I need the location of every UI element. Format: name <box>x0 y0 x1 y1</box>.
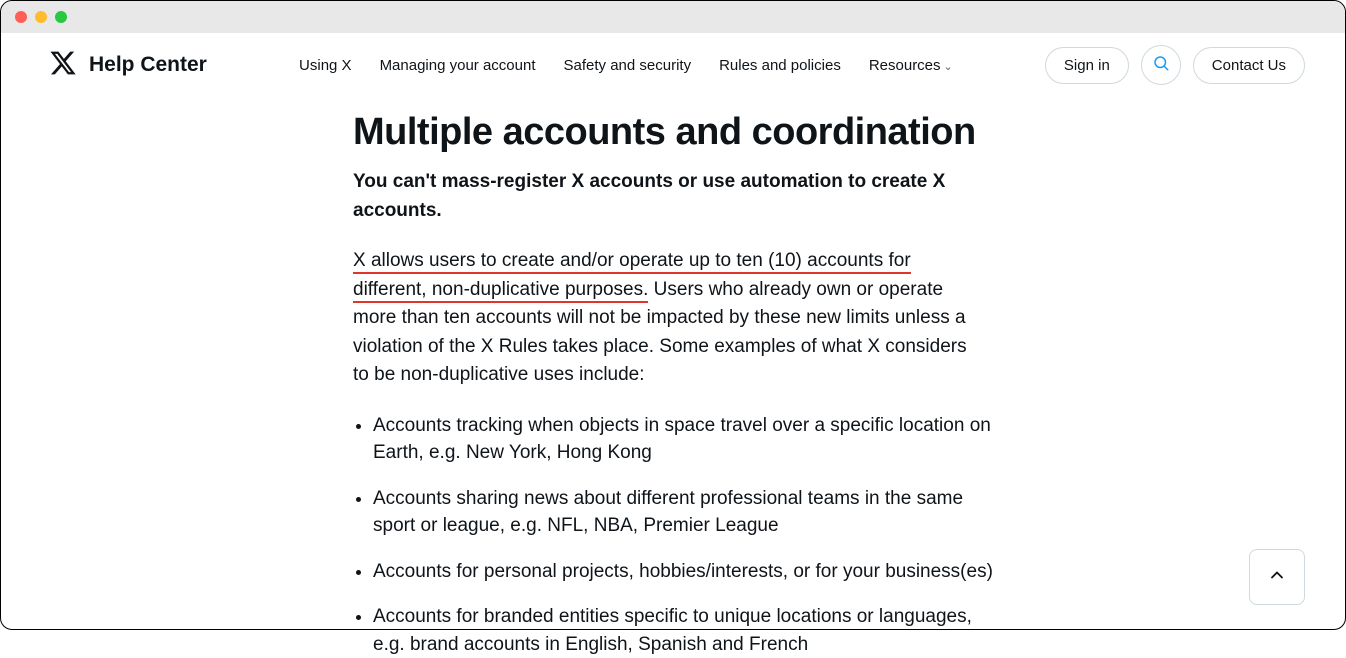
highlighted-text-line2: different, non-duplicative purposes. <box>353 279 648 303</box>
list-item: Accounts for personal projects, hobbies/… <box>373 558 993 586</box>
nav-safety-security[interactable]: Safety and security <box>564 57 692 74</box>
lead-paragraph: You can't mass-register X accounts or us… <box>353 168 973 225</box>
header-actions: Sign in Contact Us <box>1045 45 1305 85</box>
nav-resources[interactable]: Resources⌄ <box>869 57 953 74</box>
window-close-dot[interactable] <box>15 11 27 23</box>
page-title: Multiple accounts and coordination <box>353 111 1001 154</box>
window-titlebar <box>1 1 1345 33</box>
list-item: Accounts for branded entities specific t… <box>373 603 993 658</box>
nav-managing-account[interactable]: Managing your account <box>380 57 536 74</box>
search-button[interactable] <box>1141 45 1181 85</box>
main-content: Multiple accounts and coordination You c… <box>1 111 1001 658</box>
window-zoom-dot[interactable] <box>55 11 67 23</box>
nav-rules-policies[interactable]: Rules and policies <box>719 57 841 74</box>
nav-using-x[interactable]: Using X <box>299 57 352 74</box>
site-header: Help Center Using X Managing your accoun… <box>1 33 1345 97</box>
list-item: Accounts sharing news about different pr… <box>373 485 993 540</box>
x-logo-icon <box>49 49 77 82</box>
examples-list: Accounts tracking when objects in space … <box>353 412 993 658</box>
list-item: Accounts tracking when objects in space … <box>373 412 993 467</box>
chevron-up-icon <box>1267 565 1287 590</box>
main-nav: Using X Managing your account Safety and… <box>299 57 953 74</box>
contact-us-button[interactable]: Contact Us <box>1193 47 1305 84</box>
highlighted-text-line1: X allows users to create and/or operate … <box>353 250 911 274</box>
body-paragraph: X allows users to create and/or operate … <box>353 247 983 390</box>
nav-resources-label: Resources <box>869 57 941 74</box>
window-minimize-dot[interactable] <box>35 11 47 23</box>
brand-title: Help Center <box>89 53 207 77</box>
chevron-down-icon: ⌄ <box>944 60 953 73</box>
scroll-to-top-button[interactable] <box>1249 549 1305 605</box>
brand[interactable]: Help Center <box>49 49 207 82</box>
sign-in-button[interactable]: Sign in <box>1045 47 1129 84</box>
search-icon <box>1152 54 1170 77</box>
